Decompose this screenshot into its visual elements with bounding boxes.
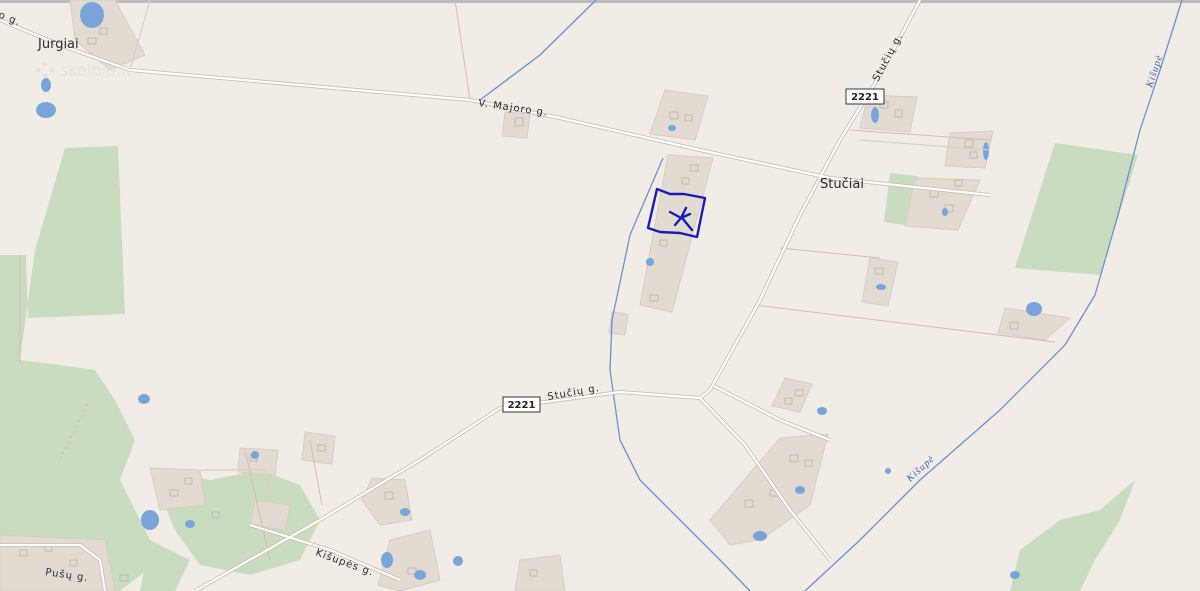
place-label-stuciai: Stučiai <box>820 177 864 192</box>
street-label-majoro-left: joro g. <box>0 3 22 28</box>
street-label-kisupes: Kišupės g. <box>314 547 376 579</box>
pond <box>753 531 767 541</box>
pond <box>871 107 879 123</box>
stream-top <box>479 0 597 101</box>
watermark: skelbiu.lt <box>35 61 132 80</box>
pond <box>885 468 891 474</box>
pond <box>185 520 195 528</box>
map-view[interactable]: skelbiu.lt Jurgiai Stučiai joro g. V. Ma… <box>0 0 1200 591</box>
pond <box>381 552 393 568</box>
pond <box>668 125 676 131</box>
settlement-lot-16 <box>514 554 566 591</box>
pond <box>1026 302 1042 316</box>
watermark-text: skelbiu.lt <box>60 61 132 80</box>
pond <box>138 394 150 404</box>
pond <box>795 486 805 494</box>
pond <box>1010 571 1020 579</box>
pond <box>80 2 104 28</box>
settlement-lot-13 <box>361 477 413 526</box>
settlement-lot-7 <box>861 257 899 307</box>
street-label-stuciu-north: Stučių g. <box>870 31 905 83</box>
map-canvas[interactable]: skelbiu.lt Jurgiai Stučiai joro g. V. Ma… <box>0 0 1200 591</box>
pond <box>414 570 426 580</box>
road-shield-2221-north: 2221 <box>845 88 885 105</box>
forest-areas <box>0 143 1138 591</box>
settlement-lot-1 <box>649 89 709 141</box>
settlement-lot-10 <box>771 377 813 413</box>
road-shield-number: 2221 <box>508 400 536 411</box>
settlement-areas <box>0 0 1072 591</box>
pond <box>817 407 827 415</box>
place-label-jurgiai: Jurgiai <box>37 37 79 52</box>
settlement-lot-11 <box>709 433 829 546</box>
pond <box>453 556 463 566</box>
pond <box>400 508 410 516</box>
pond <box>942 208 948 216</box>
road-shield-number: 2221 <box>851 92 879 103</box>
pond <box>983 142 989 160</box>
road-shield-2221-south: 2221 <box>502 396 541 413</box>
pond <box>36 102 56 118</box>
settlement-lot-14 <box>149 467 206 511</box>
pond <box>251 451 259 459</box>
settlement-lot-2 <box>501 111 531 139</box>
pond <box>646 258 654 266</box>
forest-area-west <box>0 146 160 591</box>
pond <box>876 284 886 290</box>
rivers <box>479 0 1183 591</box>
forest-area-southeast <box>1010 480 1135 591</box>
river-label-kisupe-north: Kišupė <box>1144 53 1165 89</box>
pond <box>41 78 51 92</box>
pond <box>141 510 159 530</box>
settlement-lot-18 <box>237 447 279 476</box>
